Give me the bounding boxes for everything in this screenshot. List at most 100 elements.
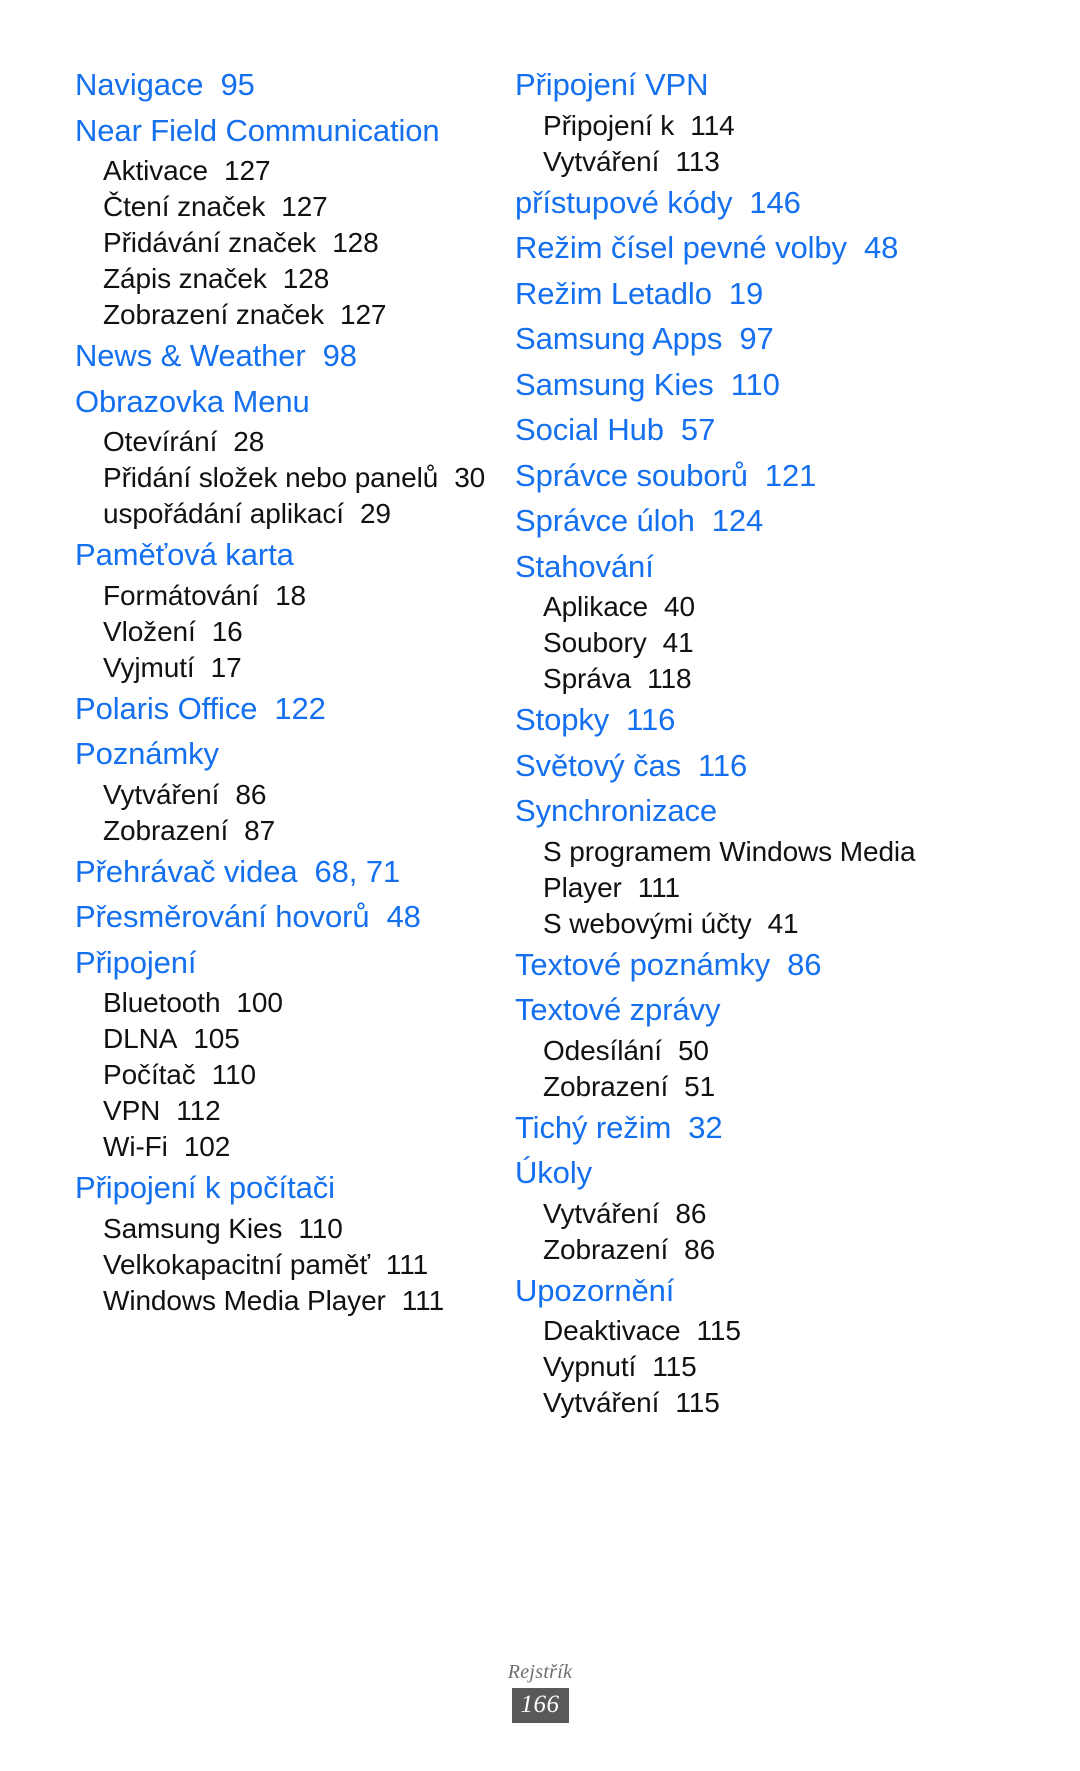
index-entry-polaris-office: Polaris Office 122 xyxy=(75,686,490,732)
index-subentry-deaktivace[interactable]: Deaktivace 115 xyxy=(515,1313,1040,1349)
index-entry-heading[interactable]: Textové zprávy xyxy=(515,987,1040,1033)
index-entry-heading[interactable]: Stopky 116 xyxy=(515,697,1040,743)
index-subentry-page: 40 xyxy=(664,591,695,622)
index-entry-heading[interactable]: Světový čas 116 xyxy=(515,743,1040,789)
index-entry-page: 116 xyxy=(626,702,676,737)
index-subentry-vytvareni[interactable]: Vytváření 86 xyxy=(75,777,490,813)
index-entry-stahovani: Stahování Aplikace 40 Soubory 41 Správa 118 xyxy=(515,544,1040,698)
index-entry-pripojeni-vpn: Připojení VPN Připojení k 114 Vytváření 113 xyxy=(515,62,1040,180)
index-entry-title: Úkoly xyxy=(515,1155,593,1190)
index-subentry-samsung-kies[interactable]: Samsung Kies 110 xyxy=(75,1211,490,1247)
index-subentry-bluetooth[interactable]: Bluetooth 100 xyxy=(75,985,490,1021)
index-subentry-soubory[interactable]: Soubory 41 xyxy=(515,625,1040,661)
index-entry-heading[interactable]: Navigace 95 xyxy=(75,62,490,108)
index-subentry-aplikace[interactable]: Aplikace 40 xyxy=(515,589,1040,625)
index-subentry-wi-fi[interactable]: Wi-Fi 102 xyxy=(75,1129,490,1165)
index-entry-heading[interactable]: News & Weather 98 xyxy=(75,333,490,379)
index-entry-heading[interactable]: Upozornění xyxy=(515,1268,1040,1314)
index-entry-heading[interactable]: Samsung Apps 97 xyxy=(515,316,1040,362)
index-entry-heading[interactable]: Připojení k počítači xyxy=(75,1165,490,1211)
index-entry-heading[interactable]: Poznámky xyxy=(75,731,490,777)
index-entry-title: Social Hub xyxy=(515,412,664,447)
index-subentry-windows-media-player[interactable]: Windows Media Player 111 xyxy=(75,1283,490,1319)
index-subentry-label: Přidání složek nebo panelů xyxy=(103,462,439,493)
index-subentry-cteni-znacek[interactable]: Čtení značek 127 xyxy=(75,189,490,225)
footer-label: Rejstřík xyxy=(507,1661,573,1683)
index-subentry-page: 100 xyxy=(236,987,283,1018)
index-subentry-vpn[interactable]: VPN 112 xyxy=(75,1093,490,1129)
index-subentry-odesilani[interactable]: Odesílání 50 xyxy=(515,1033,1040,1069)
index-subentry-page: 115 xyxy=(652,1351,697,1382)
index-entry-page: 121 xyxy=(764,457,817,493)
index-subentry-label: VPN xyxy=(103,1095,161,1126)
index-subentry-vlozeni[interactable]: Vložení 16 xyxy=(75,614,490,650)
index-subentry-vyjmuti[interactable]: Vyjmutí 17 xyxy=(75,650,490,686)
index-entry-page: 122 xyxy=(274,690,326,726)
index-entry-heading[interactable]: Polaris Office 122 xyxy=(75,686,490,732)
index-entry-page: 32 xyxy=(688,1109,723,1145)
index-subentry-zobrazeni-znacek[interactable]: Zobrazení značek 127 xyxy=(75,297,490,333)
index-entry-heading[interactable]: Near Field Communication xyxy=(75,108,490,154)
index-entry-heading[interactable]: Synchronizace xyxy=(515,788,1040,834)
page-footer: Rejstřík 166 xyxy=(0,1660,1080,1723)
index-entry-heading[interactable]: Social Hub 57 xyxy=(515,407,1040,453)
index-entry-heading[interactable]: Připojení VPN xyxy=(515,62,1040,108)
index-subentry-label: Připojení k xyxy=(543,109,675,141)
index-subentry-dlna[interactable]: DLNA 105 xyxy=(75,1021,490,1057)
index-entry-heading[interactable]: Stahování xyxy=(515,544,1040,590)
index-subentry-aktivace[interactable]: Aktivace 127 xyxy=(75,153,490,189)
index-subentry-pocitac[interactable]: Počítač 110 xyxy=(75,1057,490,1093)
index-subentry-s-programem-windows-media-player[interactable]: S programem Windows Media Player 111 xyxy=(515,834,1040,906)
index-subentry-page: 128 xyxy=(332,227,379,258)
index-subentry-zobrazeni[interactable]: Zobrazení 86 xyxy=(515,1232,1040,1268)
index-subentry-page: 41 xyxy=(662,627,694,658)
index-subentry-label: Wi-Fi xyxy=(103,1131,168,1162)
index-subentry-usporadani-aplikaci[interactable]: uspořádání aplikací 29 xyxy=(75,496,490,532)
index-entry-page: 146 xyxy=(749,184,801,220)
index-entry-heading[interactable]: Režim Letadlo 19 xyxy=(515,271,1040,317)
index-subentry-zapis-znacek[interactable]: Zápis značek 128 xyxy=(75,261,490,297)
index-subentry-pripojeni-k[interactable]: Připojení k 114 xyxy=(515,108,1040,144)
index-subentry-vytvareni[interactable]: Vytváření 86 xyxy=(515,1196,1040,1232)
index-subentry-page: 30 xyxy=(454,462,486,493)
index-entry-heading[interactable]: Úkoly xyxy=(515,1150,1040,1196)
index-subentry-sprava[interactable]: Správa 118 xyxy=(515,661,1040,697)
index-entry-pripojeni: Připojení Bluetooth 100 DLNA 105 Počítač 110 VP… xyxy=(75,940,490,1166)
index-subentry-s-webovymi-ucty[interactable]: S webovými účty 41 xyxy=(515,906,1040,942)
index-subentry-velkokapacitni-pamet[interactable]: Velkokapacitní paměť 111 xyxy=(75,1247,490,1283)
index-subentry-page: 111 xyxy=(385,1248,429,1280)
index-entry-page: 48 xyxy=(863,230,899,265)
index-entry-page: 97 xyxy=(739,321,774,356)
index-entry-heading[interactable]: přístupové kódy 146 xyxy=(515,180,1040,226)
index-entry-heading[interactable]: Tichý režim 32 xyxy=(515,1105,1040,1151)
index-column-right: Připojení VPN Připojení k 114 Vytváření 113 p… xyxy=(500,62,1080,1421)
index-entry-heading[interactable]: Přesměrování hovorů 48 xyxy=(75,894,490,940)
index-subentry-zobrazeni[interactable]: Zobrazení 51 xyxy=(515,1069,1040,1105)
index-entry-page: 19 xyxy=(728,275,764,311)
index-entry-news-weather: News & Weather 98 xyxy=(75,333,490,379)
index-subentry-page: 51 xyxy=(684,1070,716,1102)
index-subentry-vytvareni[interactable]: Vytváření 115 xyxy=(515,1385,1040,1421)
index-subentry-otevirani[interactable]: Otevírání 28 xyxy=(75,424,490,460)
index-entry-heading[interactable]: Správce úloh 124 xyxy=(515,498,1040,544)
index-column-left: Navigace 95 Near Field Communication Aktiva… xyxy=(0,62,500,1319)
index-entry-heading[interactable]: Připojení xyxy=(75,940,490,986)
index-subentry-page: 128 xyxy=(282,263,330,294)
index-subentry-vytvareni[interactable]: Vytváření 113 xyxy=(515,144,1040,180)
index-entry-title: Poznámky xyxy=(75,736,219,771)
index-entry-upozorneni: Upozornění Deaktivace 115 Vypnutí 115 Vytváře… xyxy=(515,1268,1040,1422)
index-entry-heading[interactable]: Režim čísel pevné volby 48 xyxy=(515,225,1040,271)
index-subentry-zobrazeni[interactable]: Zobrazení 87 xyxy=(75,813,490,849)
index-subentry-formatovani[interactable]: Formátování 18 xyxy=(75,578,490,614)
index-subentry-pridani-slozek-nebo-panelu[interactable]: Přidání složek nebo panelů 30 xyxy=(75,460,490,496)
index-subentry-label: Zobrazení xyxy=(543,1233,669,1265)
index-entry-heading[interactable]: Samsung Kies 110 xyxy=(515,362,1040,408)
index-subentry-pridavani-znacek[interactable]: Přidávání značek 128 xyxy=(75,225,490,261)
index-entry-heading[interactable]: Textové poznámky 86 xyxy=(515,942,1040,988)
index-entry-heading[interactable]: Paměťová karta xyxy=(75,532,490,578)
index-subentry-vypnuti[interactable]: Vypnutí 115 xyxy=(515,1349,1040,1385)
index-entry-title: Připojení VPN xyxy=(515,67,709,102)
index-entry-heading[interactable]: Obrazovka Menu xyxy=(75,379,490,425)
index-entry-heading[interactable]: Přehrávač videa 68, 71 xyxy=(75,849,490,895)
index-entry-heading[interactable]: Správce souborů 121 xyxy=(515,453,1040,499)
